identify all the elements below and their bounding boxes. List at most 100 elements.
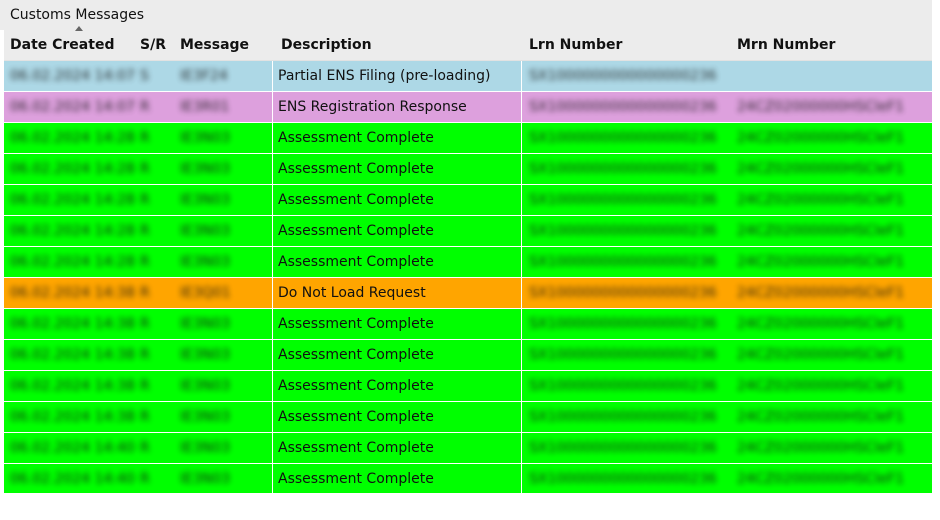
table-row[interactable]: 06.02.2024 14:38 R IE3N03 Assessment Comple… (4, 340, 932, 371)
cell-message: IE3N03 (180, 347, 231, 363)
cell-mrn: 24CZ02000000HSCleF1 (737, 223, 905, 239)
cell-sr: R (140, 440, 150, 456)
cell-lrn: SX1000000000000000236 (529, 378, 717, 394)
table-row[interactable]: 06.02.2024 14:40 R IE3N03 Assessment Comple… (4, 464, 932, 495)
cell-mrn: 24CZ02000000HSCleF1 (737, 99, 905, 115)
column-header-date-created[interactable]: Date Created (10, 26, 115, 60)
cell-lrn: SX1000000000000000236 (529, 99, 717, 115)
cell-description: Assessment Complete (272, 216, 522, 246)
table-row[interactable]: 06.02.2024 14:28 R IE3N03 Assessment Comple… (4, 154, 932, 185)
cell-date: 06.02.2024 14:38 (10, 316, 134, 332)
cell-mrn: 24CZ02000000HSCleF1 (737, 285, 905, 301)
cell-mrn: 24CZ02000000HSCleF1 (737, 347, 905, 363)
cell-sr: R (140, 130, 150, 146)
column-header-mrn-number[interactable]: Mrn Number (737, 30, 835, 60)
cell-message: IE3N03 (180, 192, 231, 208)
cell-lrn: SX1000000000000000236 (529, 347, 717, 363)
cell-mrn: 24CZ02000000HSCleF1 (737, 440, 905, 456)
table-row[interactable]: 06.02.2024 14:28 R IE3N03 Assessment Comple… (4, 123, 932, 154)
column-header-lrn-number[interactable]: Lrn Number (529, 30, 622, 60)
cell-mrn: 24CZ02000000HSCleF1 (737, 254, 905, 270)
cell-mrn: 24CZ02000000HSCleF1 (737, 192, 905, 208)
cell-mrn: 24CZ02000000HSCleF1 (737, 316, 905, 332)
cell-description: Assessment Complete (272, 123, 522, 153)
messages-grid: Date Created S/R Message Description Lrn… (4, 26, 932, 495)
cell-sr: R (140, 192, 150, 208)
cell-date: 06.02.2024 14:28 (10, 192, 134, 208)
cell-date: 06.02.2024 14:40 (10, 440, 134, 456)
cell-description: Assessment Complete (272, 433, 522, 463)
cell-message: IE3N03 (180, 161, 231, 177)
table-row[interactable]: 06.02.2024 14:28 R IE3N03 Assessment Comple… (4, 185, 932, 216)
cell-message: IE3N03 (180, 223, 231, 239)
table-row[interactable]: 06.02.2024 14:38 R IE3N03 Assessment Comple… (4, 402, 932, 433)
customs-messages-panel: Customs Messages Date Created S/R Messag… (0, 0, 940, 520)
cell-lrn: SX1000000000000000236 (529, 471, 717, 487)
cell-sr: R (140, 378, 150, 394)
cell-description: Assessment Complete (272, 371, 522, 401)
cell-mrn: 24CZ02000000HSCleF1 (737, 130, 905, 146)
table-row[interactable]: 06.02.2024 14:07 R IE3R01 ENS Registration … (4, 92, 932, 123)
cell-mrn: 24CZ02000000HSCleF1 (737, 161, 905, 177)
cell-description: Partial ENS Filing (pre-loading) (272, 61, 522, 91)
cell-lrn: SX1000000000000000236 (529, 223, 717, 239)
cell-message: IE3N03 (180, 440, 231, 456)
cell-date: 06.02.2024 14:40 (10, 471, 134, 487)
grid-empty-area (4, 493, 932, 520)
column-header-message[interactable]: Message (180, 30, 249, 60)
cell-sr: R (140, 161, 150, 177)
cell-lrn: SX1000000000000000236 (529, 68, 717, 84)
cell-description: Assessment Complete (272, 340, 522, 370)
cell-lrn: SX1000000000000000236 (529, 192, 717, 208)
cell-lrn: SX1000000000000000236 (529, 254, 717, 270)
table-row[interactable]: 06.02.2024 14:38 R IE3N03 Assessment Comple… (4, 371, 932, 402)
table-row[interactable]: 06.02.2024 14:07 S IE3F24 Partial ENS Filin… (4, 61, 932, 92)
cell-message: IE3N03 (180, 471, 231, 487)
cell-lrn: SX1000000000000000236 (529, 130, 717, 146)
cell-date: 06.02.2024 14:28 (10, 254, 134, 270)
grid-rows: 06.02.2024 14:07 S IE3F24 Partial ENS Filin… (4, 61, 932, 495)
sort-ascending-icon (75, 26, 83, 31)
column-header-description[interactable]: Description (281, 30, 372, 60)
cell-date: 06.02.2024 14:28 (10, 161, 134, 177)
cell-mrn (737, 61, 927, 91)
cell-description: Assessment Complete (272, 154, 522, 184)
cell-sr: R (140, 223, 150, 239)
cell-date: 06.02.2024 14:07 (10, 68, 134, 84)
cell-sr: R (140, 254, 150, 270)
cell-message: IE3N03 (180, 378, 231, 394)
cell-message: IE3N03 (180, 316, 231, 332)
cell-lrn: SX1000000000000000236 (529, 440, 717, 456)
cell-sr: R (140, 471, 150, 487)
cell-description: Assessment Complete (272, 247, 522, 277)
cell-sr: R (140, 316, 150, 332)
cell-sr: R (140, 347, 150, 363)
cell-mrn: 24CZ02000000HSCleF1 (737, 471, 905, 487)
grid-header: Date Created S/R Message Description Lrn… (4, 26, 932, 61)
cell-date: 06.02.2024 14:38 (10, 347, 134, 363)
cell-message: IE3F24 (180, 68, 228, 84)
cell-date: 06.02.2024 14:28 (10, 130, 134, 146)
table-row[interactable]: 06.02.2024 14:28 R IE3N03 Assessment Comple… (4, 216, 932, 247)
cell-date: 06.02.2024 14:38 (10, 409, 134, 425)
cell-description: Assessment Complete (272, 185, 522, 215)
cell-message: IE3Q01 (180, 285, 231, 301)
cell-message: IE3R01 (180, 99, 230, 115)
cell-mrn: 24CZ02000000HSCleF1 (737, 378, 905, 394)
table-row[interactable]: 06.02.2024 14:38 R IE3N03 Assessment Comple… (4, 309, 932, 340)
table-row[interactable]: 06.02.2024 14:40 R IE3N03 Assessment Comple… (4, 433, 932, 464)
column-header-sr[interactable]: S/R (140, 30, 166, 60)
column-header-label: Date Created (10, 37, 115, 53)
cell-mrn: 24CZ02000000HSCleF1 (737, 409, 905, 425)
cell-date: 06.02.2024 14:38 (10, 378, 134, 394)
cell-date: 06.02.2024 14:38 (10, 285, 134, 301)
table-row[interactable]: 06.02.2024 14:28 R IE3N03 Assessment Comple… (4, 247, 932, 278)
table-row[interactable]: 06.02.2024 14:38 R IE3Q01 Do Not Load Reque… (4, 278, 932, 309)
cell-description: ENS Registration Response (272, 92, 522, 122)
cell-date: 06.02.2024 14:28 (10, 223, 134, 239)
cell-lrn: SX1000000000000000236 (529, 409, 717, 425)
cell-message: IE3N03 (180, 254, 231, 270)
group-title: Customs Messages (0, 0, 932, 30)
cell-lrn: SX1000000000000000236 (529, 285, 717, 301)
cell-description: Assessment Complete (272, 402, 522, 432)
